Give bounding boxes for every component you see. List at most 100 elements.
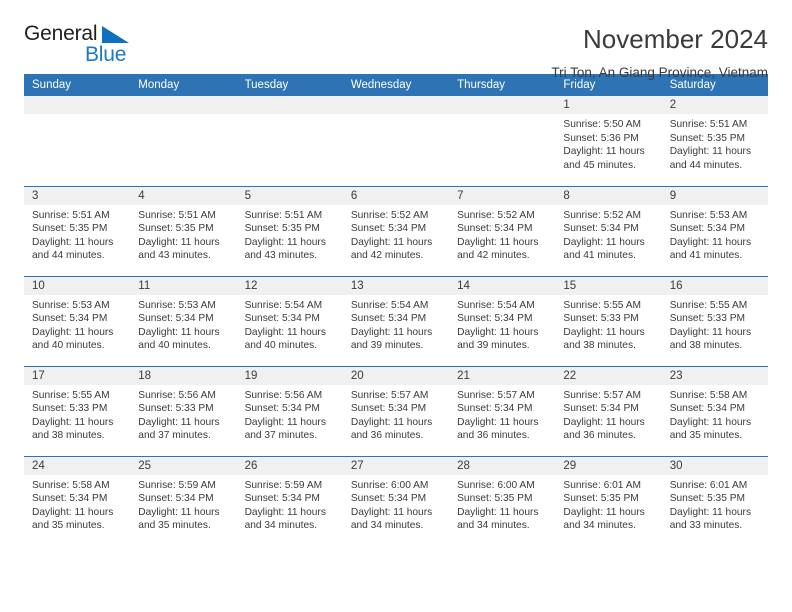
- daylight-duration-line2: and 41 minutes.: [669, 250, 743, 262]
- day-cell-inner: 28 Sunrise: 6:00 AM Sunset: 5:35 PM Dayligh…: [449, 456, 556, 547]
- calendar-day-cell[interactable]: 3 Sunrise: 5:51 AM Sunset: 5:35 PM Daylight…: [24, 185, 131, 276]
- sunrise-time: Sunrise: 5:51 AM: [669, 119, 748, 130]
- daylight-duration-line2: and 37 minutes.: [138, 430, 211, 442]
- day-cell-inner: 10 Sunrise: 5:53 AM Sunset: 5:34 PM Dayligh…: [24, 276, 131, 366]
- calendar-day-cell[interactable]: 26 Sunrise: 5:59 AM Sunset: 5:34 PM Dayligh…: [236, 455, 343, 547]
- calendar-day-cell[interactable]: 30 Sunrise: 6:01 AM Sunset: 5:35 PM Dayligh…: [661, 455, 768, 547]
- page-title: November 2024: [583, 24, 768, 54]
- general-blue-logo[interactable]: General Blue: [24, 22, 136, 70]
- sunset-time: Sunset: 5:34 PM: [563, 403, 639, 415]
- calendar-day-cell[interactable]: 28 Sunrise: 6:00 AM Sunset: 5:35 PM Dayligh…: [449, 455, 556, 547]
- daylight-duration-line2: and 38 minutes.: [669, 340, 743, 352]
- sunrise-time: Sunrise: 6:01 AM: [669, 479, 748, 491]
- day-number: [449, 96, 556, 114]
- day-cell-inner: 29 Sunrise: 6:01 AM Sunset: 5:35 PM Dayligh…: [555, 456, 662, 547]
- calendar-day-cell[interactable]: 12 Sunrise: 5:54 AM Sunset: 5:34 PM Dayligh…: [236, 275, 343, 366]
- calendar-day-cell[interactable]: 27 Sunrise: 6:00 AM Sunset: 5:34 PM Dayligh…: [342, 455, 450, 547]
- calendar-day-cell[interactable]: 8 Sunrise: 5:52 AM Sunset: 5:34 PM Daylight…: [555, 185, 662, 276]
- calendar-day-cell[interactable]: 24 Sunrise: 5:58 AM Sunset: 5:34 PM Dayligh…: [24, 455, 131, 547]
- day-cell-details: Sunrise: 5:51 AM Sunset: 5:35 PM Daylight:…: [24, 205, 130, 263]
- daylight-duration-line1: Daylight: 11 hours: [563, 506, 645, 518]
- calendar-day-cell[interactable]: 10 Sunrise: 5:53 AM Sunset: 5:34 PM Dayligh…: [24, 275, 131, 366]
- calendar-day-cell[interactable]: 17 Sunrise: 5:55 AM Sunset: 5:33 PM Dayligh…: [24, 365, 131, 456]
- calendar-day-cell[interactable]: 25 Sunrise: 5:59 AM Sunset: 5:34 PM Dayligh…: [130, 455, 237, 546]
- calendar-day-cell[interactable]: 5 Sunrise: 5:51 AM Sunset: 5:35 PM Daylight…: [236, 185, 343, 276]
- sunrise-time: Sunrise: 5:53 AM: [32, 299, 110, 311]
- weekday-header-wednesday: Wednesday: [342, 74, 450, 96]
- daylight-duration-line1: Daylight: 11 hours: [138, 416, 220, 428]
- calendar-day-cell[interactable]: 29 Sunrise: 6:01 AM Sunset: 5:35 PM Dayligh…: [555, 455, 662, 547]
- calendar-day-cell[interactable]: 1 Sunrise: 5:50 AM Sunset: 5:36 PM Daylight…: [555, 96, 662, 186]
- day-cell-inner: [449, 96, 556, 186]
- day-number: [236, 96, 343, 114]
- day-cell-details: Sunrise: 5:50 AM Sunset: 5:36 PM Daylight:…: [555, 114, 661, 172]
- daylight-duration-line2: and 38 minutes.: [32, 430, 105, 442]
- calendar-day-cell[interactable]: 4 Sunrise: 5:51 AM Sunset: 5:35 PM Daylight…: [130, 185, 237, 276]
- logo-text-blue: Blue: [85, 43, 127, 66]
- calendar-day-cell[interactable]: 11 Sunrise: 5:53 AM Sunset: 5:34 PM Dayligh…: [130, 275, 237, 366]
- day-cell-details: Sunrise: 5:59 AM Sunset: 5:34 PM Daylight:…: [130, 475, 236, 533]
- day-number: 11: [130, 276, 237, 295]
- sunset-time: Sunset: 5:35 PM: [138, 223, 214, 235]
- day-number: 27: [342, 456, 450, 475]
- day-cell-inner: 26 Sunrise: 5:59 AM Sunset: 5:34 PM Dayligh…: [236, 456, 343, 547]
- day-cell-inner: 14 Sunrise: 5:54 AM Sunset: 5:34 PM Dayligh…: [449, 276, 556, 366]
- sunset-time: Sunset: 5:36 PM: [563, 132, 639, 144]
- calendar-day-cell[interactable]: 19 Sunrise: 5:56 AM Sunset: 5:34 PM Dayligh…: [236, 365, 343, 456]
- calendar-day-cell[interactable]: 7 Sunrise: 5:52 AM Sunset: 5:34 PM Daylight…: [449, 185, 556, 276]
- daylight-duration-line2: and 44 minutes.: [32, 250, 105, 262]
- daylight-duration-line2: and 35 minutes.: [669, 430, 743, 442]
- day-cell-inner: 27 Sunrise: 6:00 AM Sunset: 5:34 PM Dayligh…: [342, 456, 450, 547]
- daylight-duration-line1: Daylight: 11 hours: [563, 146, 645, 158]
- calendar-day-cell[interactable]: 15 Sunrise: 5:55 AM Sunset: 5:33 PM Dayligh…: [555, 275, 662, 366]
- daylight-duration-line1: Daylight: 11 hours: [244, 236, 326, 248]
- daylight-duration-line2: and 40 minutes.: [244, 340, 318, 352]
- day-cell-inner: 24 Sunrise: 5:58 AM Sunset: 5:34 PM Dayligh…: [24, 456, 131, 547]
- weekday-header-tuesday: Tuesday: [236, 74, 343, 96]
- day-cell-inner: 1 Sunrise: 5:50 AM Sunset: 5:36 PM Daylight…: [555, 96, 662, 186]
- sunrise-time: Sunrise: 5:56 AM: [138, 389, 216, 401]
- calendar-day-cell[interactable]: 9 Sunrise: 5:53 AM Sunset: 5:34 PM Daylight…: [661, 185, 768, 276]
- calendar-day-cell[interactable]: 21 Sunrise: 5:57 AM Sunset: 5:34 PM Dayligh…: [449, 365, 556, 456]
- sunset-time: Sunset: 5:33 PM: [32, 403, 108, 415]
- sunset-time: Sunset: 5:34 PM: [138, 493, 214, 505]
- daylight-duration-line1: Daylight: 11 hours: [32, 236, 114, 248]
- calendar-day-cell-empty: [130, 96, 237, 186]
- day-cell-details: Sunrise: 5:51 AM Sunset: 5:35 PM Daylight:…: [662, 114, 768, 172]
- sunset-time: Sunset: 5:34 PM: [350, 313, 427, 325]
- sunset-time: Sunset: 5:33 PM: [563, 313, 639, 325]
- calendar-day-cell[interactable]: 6 Sunrise: 5:52 AM Sunset: 5:34 PM Daylight…: [342, 185, 450, 276]
- day-cell-details: Sunrise: 6:01 AM Sunset: 5:35 PM Daylight:…: [555, 475, 661, 533]
- sunrise-time: Sunrise: 5:51 AM: [32, 209, 110, 221]
- day-number: 21: [449, 366, 556, 385]
- calendar-day-cell[interactable]: 18 Sunrise: 5:56 AM Sunset: 5:33 PM Dayligh…: [130, 365, 237, 456]
- calendar-day-cell[interactable]: 2 Sunrise: 5:51 AM Sunset: 5:35 PM Daylight…: [661, 96, 768, 186]
- sunrise-time: Sunrise: 5:56 AM: [244, 389, 323, 401]
- day-cell-inner: 5 Sunrise: 5:51 AM Sunset: 5:35 PM Daylight…: [236, 186, 343, 276]
- calendar-day-cell[interactable]: 20 Sunrise: 5:57 AM Sunset: 5:34 PM Dayligh…: [342, 365, 450, 456]
- day-number: 26: [236, 456, 343, 475]
- day-cell-inner: 20 Sunrise: 5:57 AM Sunset: 5:34 PM Dayligh…: [342, 366, 450, 456]
- calendar-day-cell[interactable]: 22 Sunrise: 5:57 AM Sunset: 5:34 PM Dayligh…: [555, 365, 662, 456]
- daylight-duration-line2: and 41 minutes.: [563, 250, 636, 262]
- daylight-duration-line2: and 40 minutes.: [32, 340, 105, 352]
- daylight-duration-line2: and 39 minutes.: [457, 340, 530, 352]
- sunset-time: Sunset: 5:34 PM: [138, 313, 214, 325]
- day-cell-details: Sunrise: 5:55 AM Sunset: 5:33 PM Daylight:…: [24, 385, 130, 443]
- day-cell-details: Sunrise: 6:00 AM Sunset: 5:35 PM Daylight:…: [449, 475, 555, 533]
- calendar-week-row: 10 Sunrise: 5:53 AM Sunset: 5:34 PM Dayligh…: [24, 275, 768, 366]
- sunset-time: Sunset: 5:35 PM: [563, 493, 639, 505]
- calendar-day-cell[interactable]: 16 Sunrise: 5:55 AM Sunset: 5:33 PM Dayligh…: [661, 275, 768, 366]
- daylight-duration-line1: Daylight: 11 hours: [457, 506, 539, 518]
- weekday-header-thursday: Thursday: [449, 74, 556, 96]
- daylight-duration-line2: and 34 minutes.: [350, 520, 424, 532]
- calendar-day-cell[interactable]: 23 Sunrise: 5:58 AM Sunset: 5:34 PM Dayligh…: [661, 365, 768, 456]
- sunrise-time: Sunrise: 5:55 AM: [32, 389, 110, 401]
- day-cell-inner: 30 Sunrise: 6:01 AM Sunset: 5:35 PM Dayligh…: [661, 456, 768, 547]
- calendar-day-cell[interactable]: 13 Sunrise: 5:54 AM Sunset: 5:34 PM Dayligh…: [342, 275, 450, 366]
- day-cell-details: Sunrise: 5:57 AM Sunset: 5:34 PM Daylight:…: [343, 385, 449, 443]
- daylight-duration-line1: Daylight: 11 hours: [350, 506, 433, 518]
- sunrise-time: Sunrise: 5:53 AM: [138, 299, 216, 311]
- daylight-duration-line2: and 37 minutes.: [244, 430, 318, 442]
- calendar-day-cell[interactable]: 14 Sunrise: 5:54 AM Sunset: 5:34 PM Dayligh…: [449, 275, 556, 366]
